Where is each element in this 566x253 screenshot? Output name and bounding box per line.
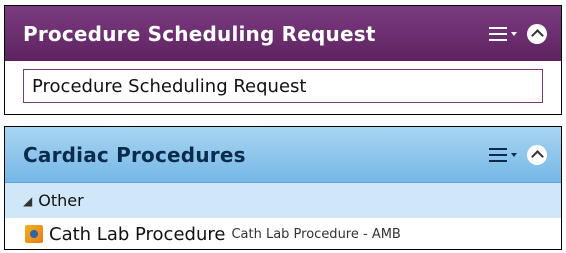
item-name: Cath Lab Procedure [49, 223, 226, 245]
panel-title: Cardiac Procedures [23, 142, 246, 167]
item-description: Cath Lab Procedure - AMB [231, 226, 401, 242]
panel-header: Cardiac Procedures [5, 127, 561, 183]
menu-icon[interactable] [489, 26, 517, 41]
collapse-icon[interactable] [527, 23, 547, 44]
group-label: Other [38, 191, 84, 210]
menu-caret-icon [511, 152, 517, 157]
panel-content: Procedure Scheduling Request [5, 62, 561, 103]
menu-icon[interactable] [489, 147, 517, 162]
panel-controls [489, 144, 547, 165]
menu-bars [489, 147, 507, 162]
panel-header: Procedure Scheduling Request [5, 6, 561, 62]
list-item[interactable]: Cath Lab Procedure Cath Lab Procedure - … [5, 218, 561, 250]
cardiac-procedures-panel: Cardiac Procedures ◢ Other Cath Lab Proc… [4, 126, 562, 250]
page: Procedure Scheduling Request Procedure S… [0, 0, 566, 253]
chevron-up-icon [530, 150, 544, 163]
procedure-request-field[interactable]: Procedure Scheduling Request [23, 69, 543, 103]
collapse-icon[interactable] [527, 144, 547, 165]
panel-controls [489, 23, 547, 44]
triangle-icon: ◢ [23, 193, 33, 208]
chevron-up-icon [530, 29, 544, 42]
panel-title: Procedure Scheduling Request [23, 21, 376, 46]
procedure-scheduling-request-panel: Procedure Scheduling Request Procedure S… [4, 5, 562, 115]
group-row-other[interactable]: ◢ Other [5, 183, 561, 218]
menu-bars [489, 26, 507, 41]
procedure-icon [25, 225, 43, 243]
menu-caret-icon [511, 31, 517, 36]
